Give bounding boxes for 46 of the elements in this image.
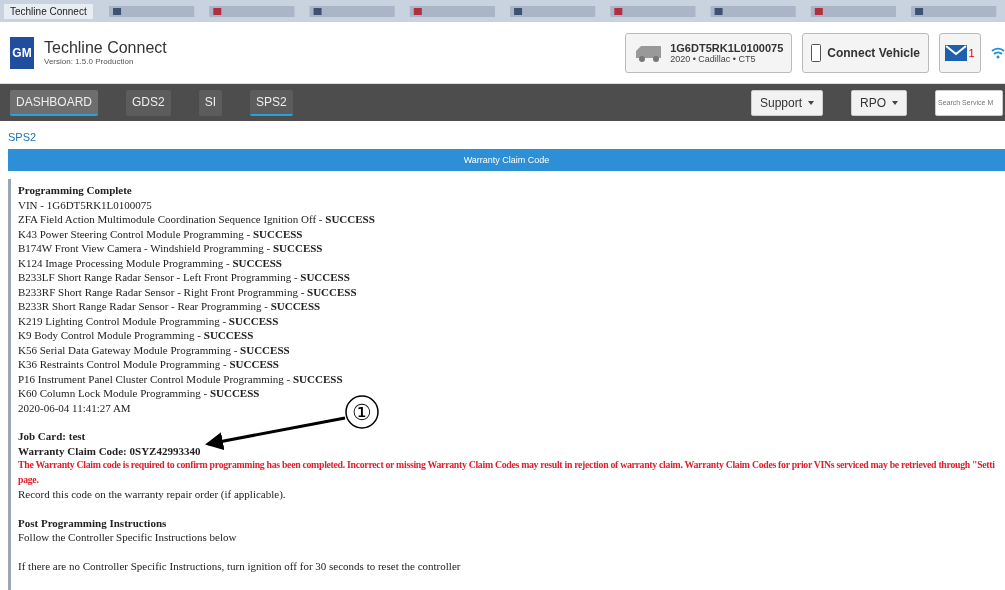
nav-tab[interactable]: GDS2: [126, 89, 171, 116]
result-line: B233R Short Range Radar Sensor - Rear Programming - SUCCESS: [18, 299, 321, 314]
result-line: K219 Lighting Control Module Programming - SUCCESS: [18, 313, 279, 328]
dropdown-menu[interactable]: Support: [750, 89, 823, 116]
gm-logo: GM: [10, 36, 34, 69]
record-note: Record this code on the warranty repair order (if applicable).: [18, 487, 286, 502]
wifi-icon: [991, 46, 1005, 59]
result-line: B233LF Short Range Radar Sensor - Left Front Programming - SUCCESS: [18, 270, 350, 285]
reset-text: If there are no Controller Specific Instructions, turn ignition off for 30 seconds to reset the controller: [18, 558, 461, 573]
result-line: K56 Serial Data Gateway Module Programming - SUCCESS: [18, 342, 290, 357]
banner-title: Warranty Claim Code: [8, 149, 1005, 171]
result-line: ZFA Field Action Multimodule Coordination Sequence Ignition Off - SUCCESS: [18, 212, 375, 227]
callout-number: ①: [352, 400, 372, 425]
nav-tab[interactable]: SPS2: [250, 89, 293, 116]
result-line: K9 Body Control Module Programming - SUCCESS: [18, 328, 254, 343]
result-line: B233RF Short Range Radar Sensor - Right Front Programming - SUCCESS: [18, 284, 357, 299]
result-line: B174W Front View Camera - Windshield Programming - SUCCESS: [18, 241, 323, 256]
connect-vehicle-button[interactable]: Connect Vehicle: [802, 32, 929, 73]
breadcrumb-link[interactable]: SPS2: [0, 121, 1005, 149]
mail-button[interactable]: 1: [939, 32, 981, 73]
nav-tab[interactable]: SI: [198, 89, 223, 116]
nav-tab[interactable]: DASHBOARD: [10, 89, 98, 116]
app-name: Techline Connect: [44, 39, 167, 57]
result-line: K124 Image Processing Module Programming - SUCCESS: [18, 255, 282, 270]
warning-text: The Warranty Claim code is required to confirm programming has been completed. Incorrect or missing Warranty Claim Codes may result in rejection of warranty claim. Warranty Claim Codes for prior VINs serviced may be retrieved through "Setti: [18, 458, 995, 472]
caret-icon: [892, 100, 898, 105]
vehicle-button[interactable]: 1G6DT5RK1L0100075 2020 • Cadillac • CT5: [625, 32, 793, 73]
envelope-icon: [945, 44, 968, 61]
result-line: K60 Column Lock Module Programming - SUCCESS: [18, 386, 260, 401]
report-title: Programming Complete: [18, 183, 132, 198]
window-title: Techline Connect: [4, 3, 93, 19]
result-line: P16 Instrument Panel Cluster Control Module Programming - SUCCESS: [18, 371, 343, 386]
warning-text: page.: [18, 472, 39, 487]
warranty-code-text: Warranty Claim Code: 0SYZ42993340: [18, 443, 201, 458]
callout-circle: [345, 395, 379, 429]
result-line: K36 Restraints Control Module Programming - SUCCESS: [18, 357, 279, 372]
timestamp-text: 2020-06-04 11:41:27 AM: [18, 400, 131, 415]
job-card-text: Job Card: test: [18, 429, 86, 444]
post-instructions-title: Post Programming Instructions: [18, 515, 167, 530]
dropdown-menu[interactable]: RPO: [851, 89, 907, 116]
caret-icon: [808, 100, 814, 105]
version-text: Version: 1.5.0 Production: [44, 57, 135, 66]
result-line: K43 Power Steering Control Module Programming - SUCCESS: [18, 226, 303, 241]
tablet-icon: [811, 43, 822, 62]
vin-text: VIN - 1G6DT5RK1L0100075: [18, 197, 152, 212]
instructions-text: Follow the Controller Specific Instructions below: [18, 530, 237, 545]
